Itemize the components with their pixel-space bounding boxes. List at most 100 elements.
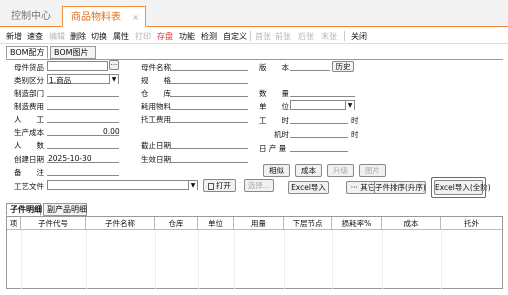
label-remark: 备 注 [14,168,44,177]
grid-line [234,230,235,289]
toolbar-print[interactable]: 打印 [135,31,151,42]
toolbar-new[interactable]: 新增 [6,31,22,42]
label-parent-name: 母件名称 [141,63,171,72]
toolbar: 新增 速查 编辑 删除 切换 属性 打印 存盘 功能 检测 自定义 首张 前张 … [0,27,508,44]
col-header-usage[interactable]: 用量 [234,217,284,230]
label-outsource-fee: 托工费用 [141,115,171,124]
toolbar-next[interactable]: 后张 [298,31,314,42]
label-work-time: 工 时 [259,116,289,125]
mfg-dept-input[interactable] [47,96,119,97]
prod-cost-underline [47,135,119,136]
machine-time-input[interactable] [290,137,348,138]
toolbar-delete[interactable]: 删除 [70,31,86,42]
parent-item-picker-button[interactable]: ··· [109,60,119,70]
col-header-child-name[interactable]: 子件名称 [86,217,155,230]
toolbar-separator [344,31,345,41]
toolbar-separator [250,31,251,41]
toolbar-switch[interactable]: 切换 [91,31,107,42]
close-icon[interactable]: × [132,7,139,28]
col-header-lower-node[interactable]: 下层节点 [284,217,332,230]
parent-name-input[interactable] [170,70,248,71]
effective-date-input[interactable] [170,162,248,163]
chevron-down-icon[interactable]: ▼ [109,75,118,84]
category-select[interactable]: 1.商品 ▼ [47,74,119,85]
labor-input[interactable] [47,122,119,123]
highlight-box [431,177,486,198]
toolbar-prev[interactable]: 前张 [275,31,291,42]
tab-child-details[interactable]: 子件明细 [6,203,42,216]
history-button[interactable]: 历史 [332,61,354,72]
toolbar-customize[interactable]: 自定义 [223,31,247,42]
upgrade-button[interactable]: 升级 [327,164,354,177]
child-items-table[interactable]: 项 子件代号 子件名称 仓库 单位 用量 下层节点 损耗率% 成本 托外 [6,216,503,289]
col-header-outsource[interactable]: 托外 [441,217,502,230]
cost-button[interactable]: 成本 [295,164,322,177]
file-icon [208,182,214,190]
work-time-unit: 时 [351,116,359,125]
work-time-input[interactable] [290,123,348,124]
label-parent-item: 母件货品 [14,63,44,72]
tab-control-center[interactable]: 控制中心 [0,6,62,27]
tab-product-bom[interactable]: 商品物料表 × [62,6,146,27]
unit-select[interactable]: ▼ [290,100,355,110]
mfg-cost-input[interactable] [47,109,119,110]
label-effective-date: 生效日期 [141,155,171,164]
image-button[interactable]: 图片 [359,164,386,177]
window-tab-bar: 控制中心 商品物料表 × [0,0,508,27]
toolbar-properties[interactable]: 属性 [113,31,129,42]
col-header-loss-rate[interactable]: 损耗率% [332,217,382,230]
chevron-down-icon[interactable]: ▼ [188,181,197,190]
version-input[interactable] [290,70,330,71]
end-date-input[interactable] [170,148,248,149]
col-header-child-code[interactable]: 子件代号 [21,217,86,230]
grid-line [382,230,383,289]
toolbar-save[interactable]: 存盘 [157,31,173,42]
col-header-unit[interactable]: 单位 [198,217,234,230]
qty-input[interactable] [290,96,355,97]
toolbar-functions[interactable]: 功能 [179,31,195,42]
label-process-file: 工艺文件 [14,182,44,191]
grid-line [198,230,199,289]
tab-byproduct-details[interactable]: 副产品明细 [43,203,87,216]
subtab-divider [6,59,503,60]
grid-line [441,230,442,289]
toolbar-close[interactable]: 关闭 [351,31,367,42]
toolbar-last[interactable]: 末张 [321,31,337,42]
tab-product-bom-label: 商品物料表 [71,12,121,23]
sort-children-button[interactable]: 子件排序(升序) [374,181,426,194]
excel-import-button[interactable]: Excel导入 [288,181,329,194]
similar-button[interactable]: 相似 [263,164,290,177]
open-file-label: 打开 [216,181,231,190]
subtab-bom-image[interactable]: BOM图片 [50,46,96,59]
outsource-fee-input[interactable] [170,122,248,123]
select-file-button[interactable]: 选择... [244,179,274,192]
open-file-button[interactable]: 打开 [203,179,236,192]
people-input[interactable] [47,148,119,149]
process-file-select[interactable]: ▼ [47,180,198,190]
parent-item-input[interactable] [47,61,108,71]
toolbar-first[interactable]: 首张 [255,31,271,42]
created-date-underline [47,162,119,163]
label-mfg-dept: 制造部门 [14,89,44,98]
remark-input[interactable] [47,175,119,176]
label-created-date: 创建日期 [14,155,44,164]
machine-time-unit: 时 [351,130,359,139]
col-header-cost[interactable]: 成本 [382,217,441,230]
material-input[interactable] [170,109,248,110]
spec-input[interactable] [170,83,248,84]
warehouse-input[interactable] [170,96,248,97]
label-end-date: 截止日期 [141,141,171,150]
toolbar-quick-search[interactable]: 速查 [27,31,43,42]
category-value: 1.商品 [49,76,72,85]
day-output-input[interactable] [290,151,348,152]
label-material: 耗用物料 [141,102,171,111]
label-category: 类别区分 [14,76,44,85]
label-spec: 规 格 [141,76,171,85]
chevron-down-icon[interactable]: ▼ [345,101,354,110]
col-header-index[interactable]: 项 [7,217,21,230]
col-header-warehouse[interactable]: 仓库 [155,217,198,230]
toolbar-check[interactable]: 检测 [201,31,217,42]
toolbar-edit[interactable]: 编辑 [49,31,65,42]
grid-line [284,230,285,289]
subtab-bom[interactable]: BOM配方 [6,46,48,59]
